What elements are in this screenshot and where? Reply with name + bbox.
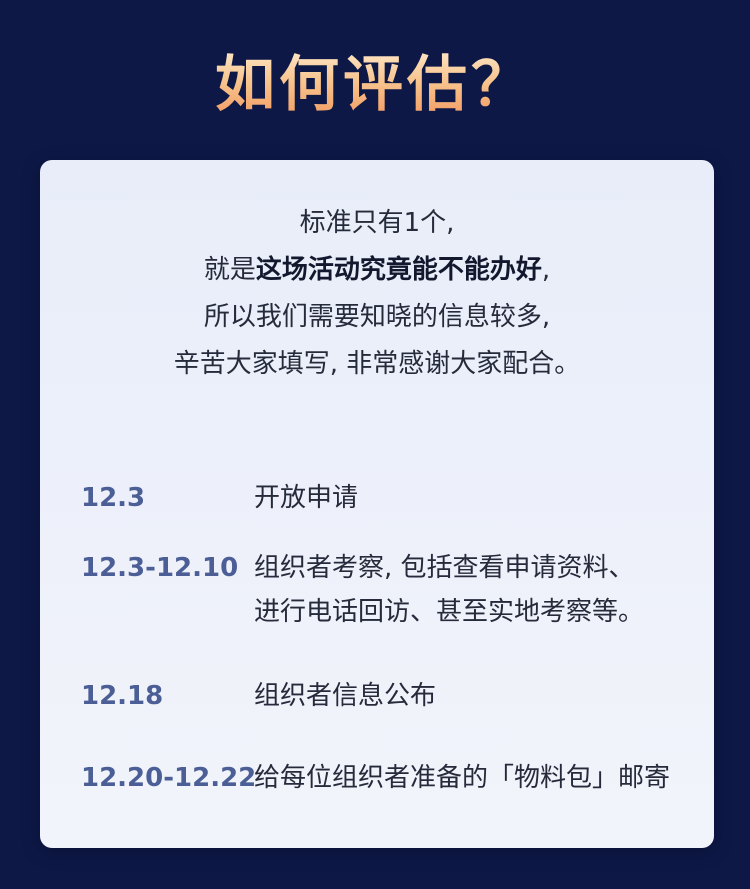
intro-line-1: 标准只有1个, (299, 208, 455, 238)
timeline-desc-line: 开放申请 (254, 483, 359, 513)
timeline-desc: 组织者考察, 包括查看申请资料、 进行电话回访、甚至实地考察等。 (254, 546, 644, 634)
timeline-desc-line: 进行电话回访、甚至实地考察等。 (254, 597, 645, 627)
timeline-desc: 开放申请 (254, 476, 358, 520)
timeline-date: 12.18 (81, 681, 164, 711)
intro-line-2-prefix: 就是 (203, 255, 256, 285)
timeline-desc-line: 组织者考察, 包括查看申请资料、 (254, 553, 635, 583)
timeline-date: 12.3 (81, 483, 146, 513)
timeline-date: 12.20-12.22 (81, 763, 257, 793)
timeline-desc-line: 给每位组织者准备的「物料包」邮寄 (254, 763, 671, 793)
content-card: 标准只有1个, 就是这场活动究竟能不能办好, 所以我们需要知晓的信息较多, 辛苦… (40, 160, 714, 848)
intro-line-3: 所以我们需要知晓的信息较多, (203, 302, 551, 332)
intro-line-2-bold: 这场活动究竟能不能办好 (255, 255, 542, 285)
intro-line-2: 就是这场活动究竟能不能办好, (40, 247, 714, 294)
intro-text: 标准只有1个, 就是这场活动究竟能不能办好, 所以我们需要知晓的信息较多, 辛苦… (40, 200, 714, 388)
intro-line-2-suffix: , (541, 255, 551, 285)
timeline-date: 12.3-12.10 (81, 553, 239, 583)
intro-line-4: 辛苦大家填写, 非常感谢大家配合。 (173, 349, 581, 379)
timeline-desc: 组织者信息公布 (254, 674, 436, 718)
timeline-desc: 给每位组织者准备的「物料包」邮寄 (254, 756, 670, 800)
timeline-desc-line: 组织者信息公布 (254, 681, 437, 711)
page-title: 如何评估？ (0, 40, 750, 130)
